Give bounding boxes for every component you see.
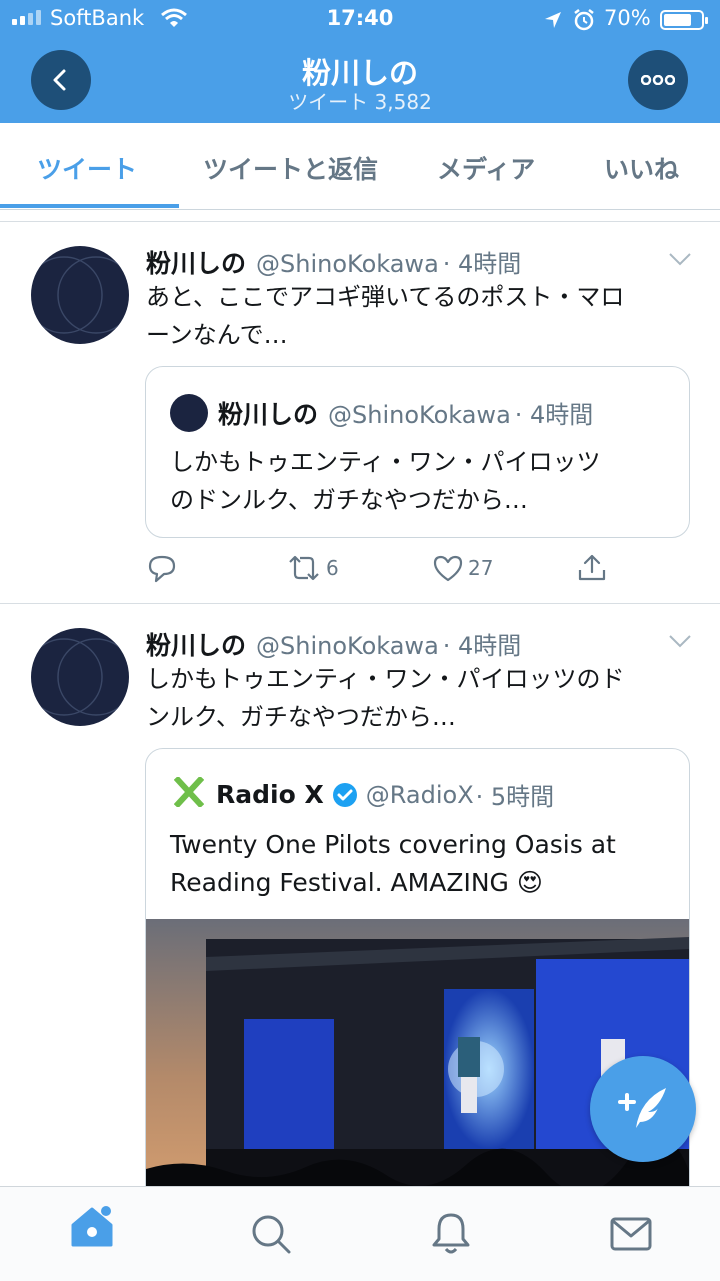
more-dots-icon — [641, 75, 675, 85]
quoted-tweet-time: · 4時間 — [514, 401, 594, 429]
active-tab-indicator — [0, 204, 179, 208]
tab-likes[interactable]: いいね — [604, 150, 679, 186]
reply-button[interactable] — [146, 552, 178, 584]
chevron-down-icon[interactable] — [668, 252, 692, 266]
avatar[interactable] — [31, 628, 129, 726]
tweet-time: · 4時間 — [442, 632, 522, 660]
bottom-navigation — [0, 1186, 720, 1281]
tweet-time: · 4時間 — [442, 250, 522, 278]
quoted-author-name: 粉川しの — [218, 400, 319, 429]
compose-tweet-button[interactable] — [590, 1056, 696, 1162]
retweet-button[interactable]: 6 — [286, 552, 339, 584]
profile-tabs: ツイート ツイートと返信 メディア いいね — [0, 123, 720, 210]
verified-icon — [332, 782, 357, 807]
quoted-author-name: Radio X — [216, 780, 324, 809]
home-icon[interactable] — [68, 1203, 116, 1251]
chevron-down-icon[interactable] — [668, 634, 692, 648]
battery-icon — [660, 10, 708, 30]
notifications-icon[interactable] — [431, 1211, 471, 1255]
tweet-text: しかもトゥエンティ・ワン・パイロッツのド ンルク、ガチなやつだから… — [146, 665, 625, 731]
search-icon[interactable] — [250, 1213, 292, 1255]
tab-tweets[interactable]: ツイート — [37, 150, 137, 186]
like-icon — [433, 555, 463, 582]
quoted-tweet-text: Twenty One Pilots covering Oasis at Read… — [170, 830, 616, 897]
author-handle[interactable]: @ShinoKokawa — [256, 250, 439, 278]
like-count: 27 — [468, 556, 494, 580]
heart-eyes-emoji: 😍 — [516, 868, 543, 897]
share-icon — [578, 554, 606, 581]
like-button[interactable]: 27 — [432, 552, 493, 584]
author-name[interactable]: 粉川しの — [146, 244, 246, 280]
more-button[interactable] — [628, 50, 688, 110]
quoted-author-handle: @RadioX — [365, 780, 474, 809]
messages-icon[interactable] — [610, 1217, 652, 1251]
tweet-count: ツイート 3,582 — [288, 90, 432, 114]
retweet-icon — [289, 555, 319, 581]
location-icon — [545, 12, 561, 28]
reply-icon — [148, 555, 176, 583]
tab-tweets-and-replies[interactable]: ツイートと返信 — [203, 150, 378, 186]
profile-header: SoftBank 17:40 70% 粉川しの ツイート 3,582 — [0, 0, 720, 123]
battery-percent: 70% — [604, 6, 651, 30]
quoted-avatar — [170, 394, 208, 432]
radiox-logo-icon — [174, 777, 204, 807]
author-name[interactable]: 粉川しの — [146, 626, 246, 662]
tab-media[interactable]: メディア — [437, 150, 535, 186]
quoted-tweet-time: · 5時間 — [475, 783, 555, 811]
tweet-text: あと、ここでアコギ弾いてるのポスト・マロ ーンなんで… — [146, 283, 625, 349]
author-handle[interactable]: @ShinoKokawa — [256, 632, 439, 660]
quoted-author-handle: @ShinoKokawa — [328, 401, 511, 429]
share-button[interactable] — [576, 552, 608, 584]
tweet[interactable]: 粉川しの @ShinoKokawa · 4時間 あと、ここでアコギ弾いてるのポス… — [0, 222, 720, 602]
quoted-tweet[interactable]: 粉川しの @ShinoKokawa · 4時間 しかもトゥエンティ・ワン・パイロ… — [145, 366, 690, 538]
avatar[interactable] — [31, 246, 129, 344]
compose-icon — [618, 1088, 666, 1128]
alarm-icon — [574, 9, 594, 31]
retweet-count: 6 — [326, 556, 339, 580]
quoted-tweet-text: しかもトゥエンティ・ワン・パイロッツ のドンルク、ガチなやつだから… — [170, 448, 601, 514]
